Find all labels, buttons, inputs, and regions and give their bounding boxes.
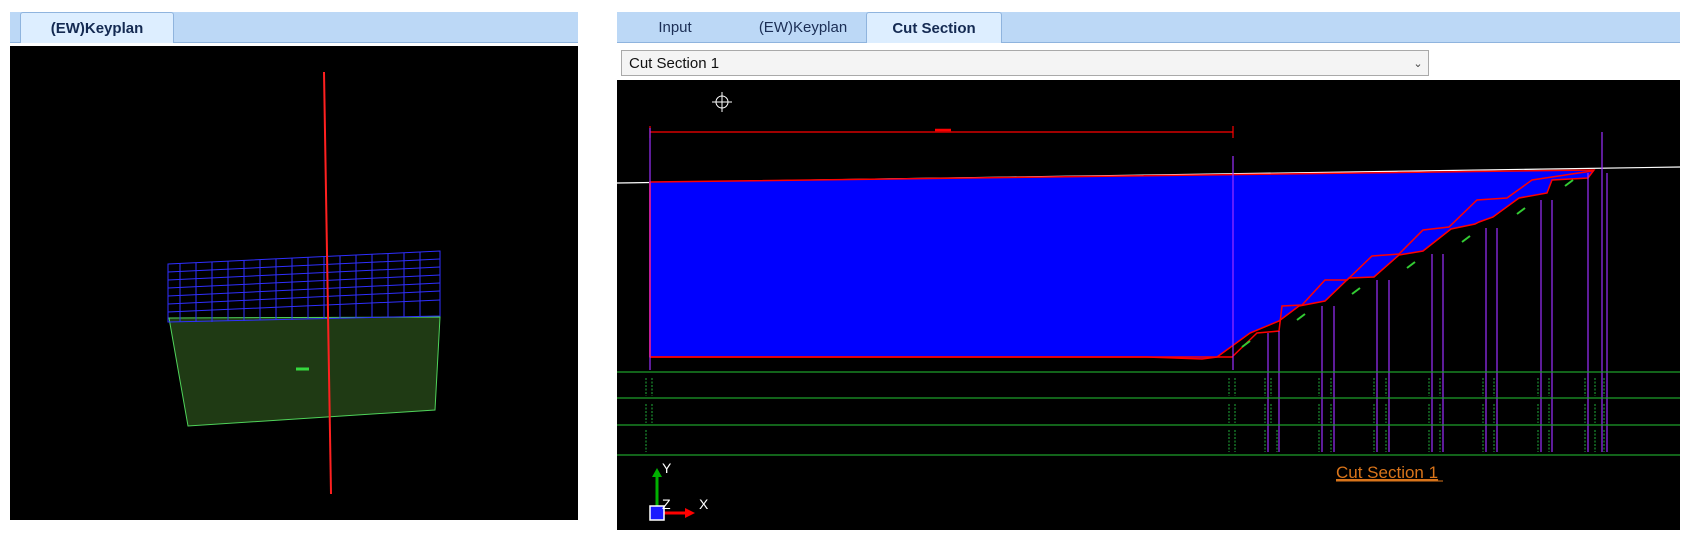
tab-cut-section[interactable]: Cut Section	[866, 12, 1002, 43]
cut-section-select[interactable]: Cut Section 1 ⌄	[621, 50, 1429, 76]
keyplan-mesh	[167, 250, 441, 323]
axis-label-x: X	[699, 496, 709, 512]
tab-ew-keyplan[interactable]: (EW)Keyplan	[730, 12, 876, 43]
cut-section-canvas: Cut Section 1 Y Z X	[616, 92, 1681, 521]
keyplan-canvas	[167, 71, 441, 495]
right-tab-bar: Input (EW)Keyplan Cut Section	[617, 12, 1680, 43]
cut-section-viewport[interactable]: Cut Section 1 Y Z X	[616, 80, 1681, 530]
cut-section-select-value: Cut Section 1	[629, 54, 720, 72]
tab-label: (EW)Keyplan	[758, 19, 848, 36]
keyplan-base-solid	[168, 316, 441, 427]
drawing-title: Cut Section 1	[1336, 463, 1438, 482]
tab-label: Cut Section	[892, 19, 976, 37]
crosshair-icon	[712, 92, 732, 112]
ucs-axis-icon: Y Z X	[649, 460, 709, 521]
section-cut-line[interactable]	[323, 71, 332, 495]
tab-label: Input	[658, 19, 692, 36]
axis-label-z: Z	[662, 496, 671, 512]
tab-ew-keyplan-left[interactable]: (EW)Keyplan	[20, 12, 174, 43]
data-table-grid	[617, 371, 1680, 456]
axis-label-y: Y	[662, 460, 672, 476]
chevron-down-icon[interactable]: ⌄	[1408, 57, 1428, 70]
keyplan-3d-viewport[interactable]	[10, 46, 578, 520]
section-profile	[649, 169, 1596, 360]
tab-label: (EW)Keyplan	[50, 19, 144, 37]
station-label-marks	[645, 378, 1605, 452]
dimension-line	[649, 126, 1234, 138]
tab-input[interactable]: Input	[630, 12, 720, 43]
left-tab-bar: (EW)Keyplan	[10, 12, 578, 43]
